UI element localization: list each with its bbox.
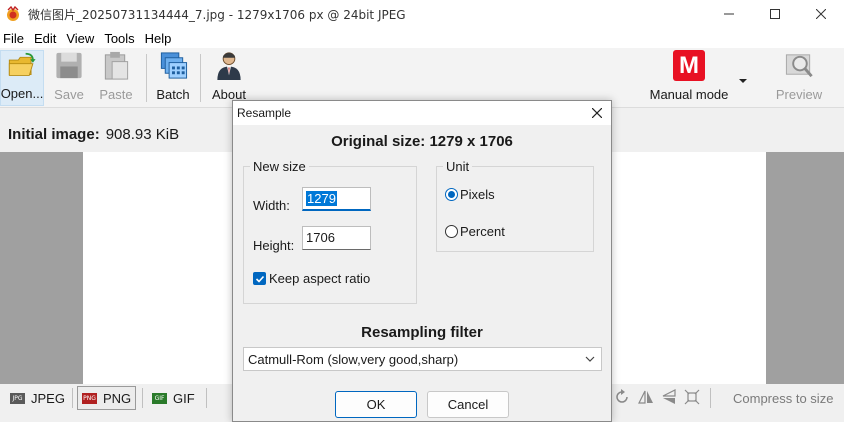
close-icon: [816, 9, 826, 19]
format-jpeg-button[interactable]: JPG JPEG: [6, 386, 69, 410]
gif-file-icon: GIF: [152, 392, 167, 404]
dialog-title: Resample: [237, 106, 292, 120]
compress-to-size-button[interactable]: Compress to size: [733, 391, 833, 406]
width-input[interactable]: 1279: [302, 187, 371, 211]
png-file-icon: PNG: [82, 392, 97, 404]
format-gif-label: GIF: [173, 390, 195, 406]
toolbar: Open... Save Paste Batch About M Manual …: [0, 48, 844, 108]
format-png-button[interactable]: PNG PNG: [77, 386, 137, 410]
flip-vertical-icon[interactable]: [661, 389, 677, 405]
paste-button[interactable]: Paste: [96, 50, 136, 106]
unit-legend: Unit: [443, 159, 473, 174]
menu-help[interactable]: Help: [141, 31, 176, 46]
resampling-filter-value: Catmull-Rom (slow,very good,sharp): [248, 351, 459, 367]
new-size-legend: New size: [250, 159, 309, 174]
minimize-button[interactable]: [706, 0, 752, 28]
resample-dialog: Resample Original size: 1279 x 1706 New …: [232, 100, 612, 422]
ok-button[interactable]: OK: [335, 391, 417, 418]
save-disk-icon: [56, 52, 82, 79]
keep-aspect-label[interactable]: Keep aspect ratio: [269, 271, 370, 286]
resampling-filter-title: Resampling filter: [361, 324, 483, 341]
paste-clipboard-icon: [104, 51, 129, 80]
maximize-button[interactable]: [752, 0, 798, 28]
mode-dropdown-arrow-icon[interactable]: [736, 76, 750, 86]
menu-bar: File Edit View Tools Help: [0, 28, 844, 48]
close-icon: [592, 108, 602, 118]
unit-pixels-radio[interactable]: [445, 188, 458, 201]
format-separator: [72, 388, 73, 408]
preview-magnifier-icon: [785, 54, 813, 78]
batch-button[interactable]: Batch: [154, 50, 192, 106]
menu-tools[interactable]: Tools: [100, 31, 138, 46]
jpeg-file-icon: JPG: [10, 392, 25, 404]
initial-image-size: 908.93 KiB: [105, 125, 180, 143]
new-size-group: New size Width: 1279 Height: 1706 Keep a…: [243, 159, 417, 304]
window-title: 微信图片_20250731134444_7.jpg - 1279x1706 px…: [28, 7, 406, 22]
app-logo-icon: [5, 6, 21, 22]
crop-icon[interactable]: [684, 389, 700, 405]
open-label: Open...: [0, 86, 44, 101]
rotate-icon[interactable]: [614, 389, 630, 405]
manual-mode-button[interactable]: M Manual mode: [646, 50, 732, 106]
minimize-icon: [724, 13, 734, 15]
about-button[interactable]: About: [208, 50, 250, 106]
initial-image-label: Initial image:: [8, 125, 100, 143]
open-button[interactable]: Open...: [0, 50, 44, 106]
width-label: Width:: [253, 198, 290, 213]
preview-label: Preview: [775, 87, 823, 102]
format-separator: [710, 388, 711, 408]
manual-mode-label: Manual mode: [649, 87, 729, 102]
preview-button[interactable]: Preview: [774, 50, 824, 106]
menu-view[interactable]: View: [62, 31, 98, 46]
manual-mode-icon: M: [673, 50, 705, 81]
format-separator: [206, 388, 207, 408]
unit-pixels-label[interactable]: Pixels: [460, 187, 495, 202]
toolbar-separator: [146, 54, 147, 102]
chevron-down-icon: [585, 356, 595, 362]
save-button[interactable]: Save: [50, 50, 88, 106]
toolbar-separator: [200, 54, 201, 102]
unit-percent-radio[interactable]: [445, 225, 458, 238]
save-label: Save: [54, 87, 84, 102]
maximize-icon: [770, 9, 780, 19]
original-size-text: Original size: 1279 x 1706: [331, 133, 513, 150]
dialog-close-button[interactable]: [589, 105, 605, 121]
resampling-filter-select[interactable]: Catmull-Rom (slow,very good,sharp): [243, 347, 602, 371]
paste-label: Paste: [99, 87, 133, 102]
about-person-icon: [217, 52, 241, 81]
menu-edit[interactable]: Edit: [30, 31, 60, 46]
unit-percent-label[interactable]: Percent: [460, 224, 505, 239]
menu-file[interactable]: File: [0, 31, 28, 46]
batch-label: Batch: [156, 87, 190, 102]
batch-icon: [160, 52, 188, 79]
format-separator: [142, 388, 143, 408]
dialog-title-bar: Resample: [233, 101, 611, 125]
unit-group: Unit Pixels Percent: [436, 159, 594, 252]
close-button[interactable]: [798, 0, 844, 28]
title-bar: 微信图片_20250731134444_7.jpg - 1279x1706 px…: [0, 0, 844, 28]
open-folder-icon: [8, 52, 36, 76]
height-label: Height:: [253, 238, 295, 253]
format-png-label: PNG: [103, 390, 132, 406]
flip-horizontal-icon[interactable]: [638, 389, 654, 405]
format-gif-button[interactable]: GIF GIF: [148, 386, 199, 410]
format-jpeg-label: JPEG: [31, 390, 65, 406]
height-input[interactable]: 1706: [302, 226, 371, 250]
keep-aspect-checkbox[interactable]: [253, 272, 266, 285]
cancel-button[interactable]: Cancel: [427, 391, 509, 418]
checkmark-icon: [255, 275, 264, 283]
